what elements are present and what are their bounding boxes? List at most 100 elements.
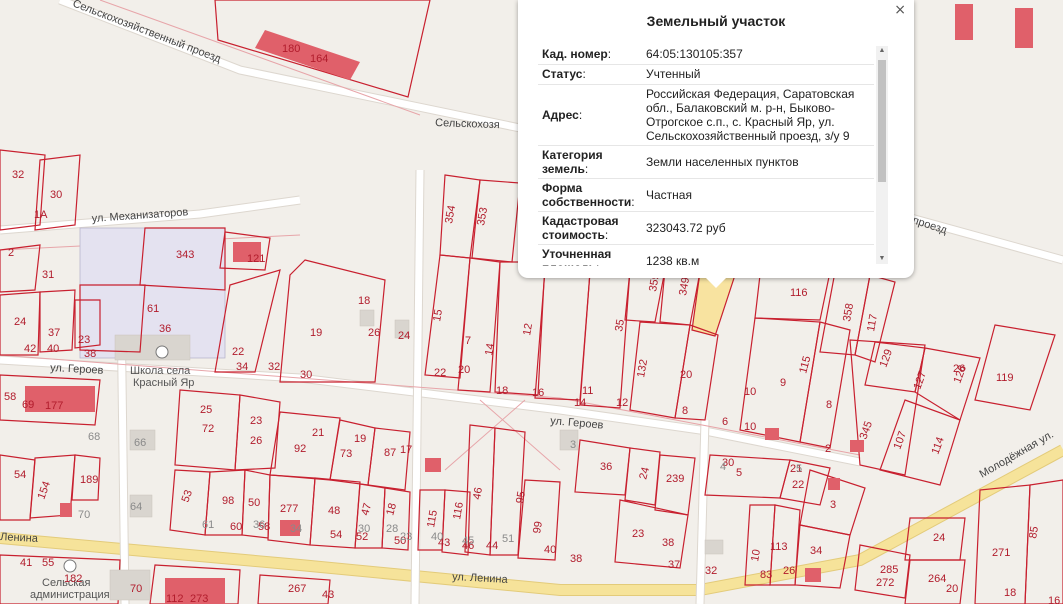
parcel-number: 5 <box>736 467 742 479</box>
parcel-number: 22 <box>792 479 804 491</box>
parcel-number: 116 <box>790 287 808 299</box>
parcel-number: 20 <box>680 369 692 381</box>
attribute-label: Статус <box>538 64 642 85</box>
parcel-number: 17 <box>400 444 412 456</box>
building-number: 36 <box>253 519 265 531</box>
popup-title: Земельный участок <box>646 13 786 29</box>
parcel-number: 177 <box>45 400 63 412</box>
parcel-number: 38 <box>570 553 582 565</box>
parcel-number: 26 <box>368 327 380 339</box>
attribute-label: Кад. номер <box>538 44 642 65</box>
school-building <box>114 334 191 361</box>
parcel-number: 16 <box>1048 595 1060 604</box>
parcel-number: 92 <box>294 443 306 455</box>
building-number: 70 <box>78 509 90 521</box>
parcel-number: 18 <box>384 502 399 517</box>
building-number: 61 <box>202 519 214 531</box>
parcel-number: 24 <box>14 316 26 328</box>
parcel-number: 38 <box>662 537 674 549</box>
attribute-row: СтатусУчтенный <box>538 64 874 85</box>
building-number: 5 <box>796 463 802 475</box>
parcel-number: 30 <box>300 369 312 381</box>
scroll-up-icon[interactable]: ▲ <box>876 46 888 56</box>
parcel-number: 189 <box>80 474 98 486</box>
attribute-row: Уточненная площадь1238 кв.м <box>538 244 874 266</box>
parcel-number: 43 <box>322 589 334 601</box>
building-number: 28 <box>386 523 398 535</box>
parcel-number: 36 <box>159 323 171 335</box>
parcel-number: 12 <box>616 397 628 409</box>
poi-labels: Школа села Красный Яр Сельская администр… <box>30 345 194 601</box>
building-number: 23 <box>400 531 412 543</box>
parcel-number: 6 <box>722 416 728 428</box>
parcel-number: 19 <box>310 327 322 339</box>
parcel-number: 54 <box>330 529 342 541</box>
school-label-1: Школа села <box>130 365 191 377</box>
scroll-down-icon[interactable]: ▼ <box>876 254 888 264</box>
admin-icon <box>63 559 77 573</box>
parcel-number: 10 <box>744 386 756 398</box>
parcel-number: 42 <box>24 343 36 355</box>
parcel-number: 2 <box>825 443 831 455</box>
attribute-row: Форма собственностиЧастная <box>538 178 874 212</box>
parcel-number: 70 <box>130 583 142 595</box>
building-number: 3 <box>570 439 576 451</box>
parcel-number: 55 <box>42 557 54 569</box>
parcel-number: 95 <box>514 490 528 504</box>
parcel-number: 23 <box>632 528 644 540</box>
parcel-number: 34 <box>236 361 248 373</box>
parcel-number: 264 <box>928 573 946 585</box>
parcel-number: 239 <box>666 473 684 485</box>
parcel-number: 48 <box>328 505 340 517</box>
parcel-number: 72 <box>202 423 214 435</box>
scroll-thumb[interactable] <box>878 60 886 182</box>
attribute-value: 1238 кв.м <box>642 244 874 266</box>
parcel-number: 3 <box>830 499 836 511</box>
building-number: 51 <box>502 533 514 545</box>
parcel-number: 38 <box>84 348 96 360</box>
parcel-number: 31 <box>42 269 54 281</box>
parcel-number: 353 <box>475 206 490 226</box>
attribute-value: Российская Федерация, Саратовская обл., … <box>642 84 874 146</box>
parcel-number: 32 <box>705 565 717 577</box>
parcel-number: 30 <box>50 189 62 201</box>
parcel-number: 1А <box>34 209 48 221</box>
parcel-number: 23 <box>250 415 262 427</box>
parcel-number: 180 <box>282 43 300 55</box>
street-geroev-left: ул. Героев <box>50 362 104 377</box>
parcel-number: 107 <box>892 430 910 451</box>
parcel-number: 16 <box>532 387 544 399</box>
attribute-label: Кадастровая стоимость <box>538 211 642 245</box>
parcel-number: 35 <box>613 318 627 332</box>
parcel-number: 58 <box>4 391 16 403</box>
popup-table-wrap[interactable]: Кад. номер64:05:130105:357СтатусУчтенный… <box>538 44 874 266</box>
parcel-number: 164 <box>310 53 328 65</box>
attribute-value: 64:05:130105:357 <box>642 44 874 65</box>
parcel-number: 22 <box>434 367 446 379</box>
parcel-number: 267 <box>288 583 306 595</box>
parcel-number: 271 <box>992 547 1010 559</box>
parcel-number: 343 <box>176 249 194 261</box>
parcel-number: 24 <box>398 330 410 342</box>
parcel-number: 34 <box>810 545 822 557</box>
attribute-row: Кадастровая стоимость323043.72 руб <box>538 211 874 245</box>
parcel-number: 112 <box>166 593 184 604</box>
parcel-number: 154 <box>36 480 54 501</box>
parcel-number: 115 <box>425 509 440 528</box>
building-number: 66 <box>134 437 146 449</box>
parcel-number: 60 <box>230 521 242 533</box>
parcel-number: 26 <box>953 363 965 375</box>
parcel-number: 117 <box>865 313 880 332</box>
building-number: 45 <box>462 535 474 547</box>
parcel-number: 8 <box>826 399 832 411</box>
parcel-number: 114 <box>930 435 947 456</box>
parcel-number: 285 <box>880 564 898 576</box>
school-label-2: Красный Яр <box>133 377 194 389</box>
parcel-number: 113 <box>770 541 788 553</box>
parcel-number: 345 <box>858 420 876 441</box>
popup-scrollbar[interactable]: ▲ ▼ <box>876 46 888 264</box>
parcel-number: 37 <box>48 327 60 339</box>
parcel-number: 36 <box>600 461 612 473</box>
parcel-number: 121 <box>247 253 265 265</box>
attribute-value: Земли населенных пунктов <box>642 145 874 179</box>
